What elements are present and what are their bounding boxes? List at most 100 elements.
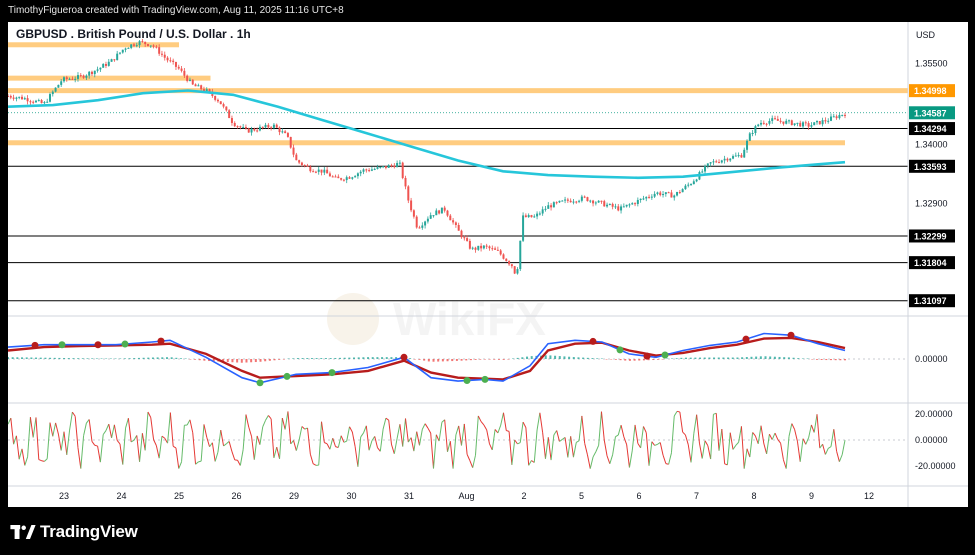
macd-histogram-bar: [755, 356, 758, 359]
candle-body: [760, 122, 763, 125]
osc-segment: [228, 441, 233, 452]
candle-body: [547, 205, 550, 209]
osc-tick-0: 20.00000: [915, 409, 953, 419]
macd-histogram-bar: [170, 357, 173, 359]
gbpusd-chart[interactable]: WikiFX 0.00000 20.000000.00000-20.00000 …: [8, 22, 968, 507]
candle-body: [337, 176, 340, 179]
macd-histogram-bar: [441, 359, 444, 362]
price-tag-2: 1.34294: [914, 124, 947, 134]
macd-histogram-bar: [189, 359, 192, 360]
candle-body: [440, 207, 443, 214]
osc-segment: [276, 447, 281, 459]
candle-body: [186, 75, 189, 81]
osc-segment: [819, 443, 824, 449]
candle-body: [183, 70, 186, 76]
candle-body: [104, 63, 107, 66]
price-tag-6: 1.31097: [914, 296, 947, 306]
candle-body: [804, 122, 807, 124]
macd-histogram-bar: [446, 359, 449, 362]
macd-cross-dot-green: [328, 369, 336, 377]
osc-segment: [589, 456, 594, 469]
candle-body: [580, 196, 583, 201]
osc-segment: [544, 437, 549, 459]
macd-histogram-bar: [72, 358, 75, 359]
osc-segment: [615, 434, 619, 438]
candle-body: [362, 169, 365, 172]
osc-segment: [564, 437, 569, 458]
time-axis: 23 24 25 26 29 30 31 Aug 2 5 6 7 8 9 12: [59, 491, 874, 501]
candle-body: [676, 192, 679, 196]
osc-segment: [248, 426, 253, 437]
candle-body: [398, 162, 401, 164]
macd-histogram-bar: [63, 358, 66, 359]
candle-body: [323, 169, 326, 173]
osc-segment: [472, 455, 476, 468]
macd-histogram-bar: [474, 359, 477, 360]
candle-body: [754, 126, 757, 134]
candle-body: [180, 68, 183, 71]
osc-segment: [239, 449, 244, 466]
candle-body: [177, 66, 180, 69]
candle-body: [387, 165, 390, 168]
osc-segment: [480, 421, 485, 426]
osc-segment: [802, 438, 807, 445]
candle-body: [516, 269, 519, 274]
macd-histogram-bar: [778, 356, 781, 359]
macd-histogram-bar: [727, 357, 730, 359]
macd-histogram-bar: [741, 357, 744, 359]
candle-body: [762, 122, 765, 124]
candle-body: [541, 209, 544, 214]
candle-body: [569, 200, 572, 203]
candle-body: [76, 75, 79, 79]
x-tick-13: 9: [809, 491, 814, 501]
candle-body: [838, 115, 841, 119]
candle-body: [645, 196, 648, 199]
macd-histogram-bar: [194, 359, 197, 360]
osc-segment: [139, 433, 143, 462]
macd-histogram-bar: [722, 357, 725, 359]
osc-segment: [662, 454, 667, 464]
osc-segment: [382, 418, 387, 430]
candle-body: [219, 101, 222, 105]
macd-histogram-bar: [656, 359, 659, 360]
osc-segment: [301, 426, 306, 430]
osc-segment: [458, 425, 462, 446]
osc-segment: [841, 440, 846, 455]
candle-body: [544, 208, 547, 210]
candle-body: [550, 205, 553, 208]
macd-histogram-bar: [549, 355, 552, 359]
osc-segment: [351, 431, 356, 447]
macd-histogram-bar: [16, 357, 19, 359]
osc-segment: [318, 421, 323, 466]
macd-histogram-bar: [133, 358, 136, 359]
osc-segment: [477, 415, 482, 422]
candle-body: [527, 215, 530, 218]
candle-body: [594, 202, 597, 204]
macd-histogram-bar: [320, 358, 323, 359]
macd-histogram-bar: [526, 356, 529, 359]
osc-segment: [209, 442, 213, 448]
candle-body: [113, 59, 116, 61]
candle-body: [34, 100, 37, 103]
x-tick-14: 12: [864, 491, 874, 501]
candle-body: [746, 140, 749, 150]
macd-histogram-bar: [273, 359, 276, 361]
x-tick-9: 5: [579, 491, 584, 501]
candle-body: [757, 124, 760, 127]
macd-histogram-bar: [338, 357, 341, 359]
candle-body: [704, 166, 707, 172]
candle-body: [538, 213, 541, 215]
macd-histogram-bar: [77, 358, 80, 359]
macd-histogram-bar: [815, 359, 818, 360]
candle-body: [650, 196, 653, 198]
candle-body: [236, 126, 239, 128]
candle-body: [614, 206, 617, 208]
osc-segment: [267, 415, 272, 420]
tradingview-logo[interactable]: TradingView: [10, 522, 138, 541]
x-tick-1: 24: [116, 491, 126, 501]
candle-body: [421, 225, 424, 228]
osc-segment: [326, 443, 331, 450]
candle-body: [9, 95, 12, 98]
candle-body: [832, 116, 835, 118]
candle-body: [620, 206, 623, 211]
